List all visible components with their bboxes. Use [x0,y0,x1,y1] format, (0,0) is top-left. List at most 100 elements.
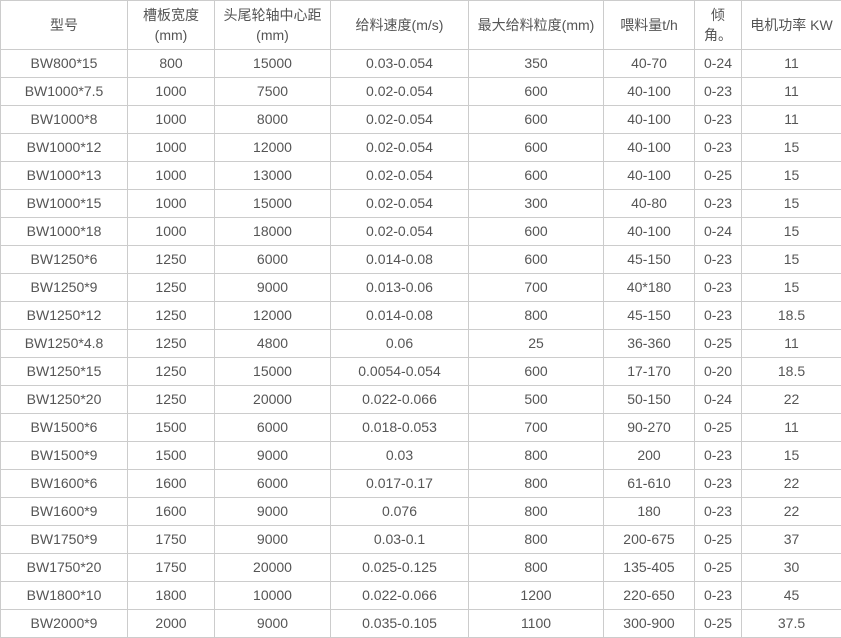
table-cell: 1100 [469,610,604,638]
table-row: BW1000*131000130000.02-0.05460040-1000-2… [1,162,841,190]
table-cell: 4800 [215,330,331,358]
table-cell: 11 [742,330,841,358]
table-row: BW1000*181000180000.02-0.05460040-1000-2… [1,218,841,246]
table-cell: 0-23 [695,78,742,106]
table-cell: BW1250*20 [1,386,128,414]
table-cell: 40-80 [604,190,695,218]
table-cell: 600 [469,78,604,106]
table-cell: BW1500*9 [1,442,128,470]
table-cell: 6000 [215,470,331,498]
table-cell: 11 [742,106,841,134]
table-cell: 45-150 [604,302,695,330]
table-cell: 1600 [128,498,215,526]
table-cell: 22 [742,470,841,498]
table-row: BW1500*9150090000.038002000-2315 [1,442,841,470]
table-cell: 13000 [215,162,331,190]
table-cell: 1000 [128,106,215,134]
table-cell: 0.017-0.17 [331,470,469,498]
table-row: BW1800*101800100000.022-0.0661200220-650… [1,582,841,610]
header-cell: 最大给料粒度(mm) [469,1,604,50]
table-cell: 350 [469,50,604,78]
table-cell: 22 [742,386,841,414]
table-row: BW1600*9160090000.0768001800-2322 [1,498,841,526]
header-cell: 给料速度(m/s) [331,1,469,50]
table-cell: 500 [469,386,604,414]
table-cell: BW1800*10 [1,582,128,610]
table-cell: 1600 [128,470,215,498]
table-cell: 300-900 [604,610,695,638]
table-cell: 0-23 [695,274,742,302]
table-row: BW1250*9125090000.013-0.0670040*1800-231… [1,274,841,302]
table-row: BW1250*201250200000.022-0.06650050-1500-… [1,386,841,414]
table-row: BW1250*121250120000.014-0.0880045-1500-2… [1,302,841,330]
table-cell: 20000 [215,386,331,414]
table-cell: 800 [469,442,604,470]
table-cell: 600 [469,106,604,134]
header-cell: 倾角。 [695,1,742,50]
table-cell: 61-610 [604,470,695,498]
table-cell: 0.025-0.125 [331,554,469,582]
table-cell: 1250 [128,246,215,274]
table-row: BW1600*6160060000.017-0.1780061-6100-232… [1,470,841,498]
table-cell: 15 [742,442,841,470]
table-cell: 15000 [215,358,331,386]
table-cell: 6000 [215,414,331,442]
table-cell: 40-100 [604,162,695,190]
table-cell: BW1000*8 [1,106,128,134]
table-cell: 0.014-0.08 [331,302,469,330]
table-cell: BW800*15 [1,50,128,78]
table-cell: 1750 [128,554,215,582]
table-cell: 0-24 [695,386,742,414]
table-cell: 0.03-0.054 [331,50,469,78]
table-cell: BW1250*15 [1,358,128,386]
table-cell: 7500 [215,78,331,106]
table-cell: 1000 [128,162,215,190]
table-cell: BW1000*12 [1,134,128,162]
table-cell: 9000 [215,274,331,302]
table-row: BW1500*6150060000.018-0.05370090-2700-25… [1,414,841,442]
table-cell: 200-675 [604,526,695,554]
table-cell: 15 [742,134,841,162]
table-cell: 0.018-0.053 [331,414,469,442]
table-row: BW800*15800150000.03-0.05435040-700-2411 [1,50,841,78]
header-cell: 头尾轮轴中心距(mm) [215,1,331,50]
table-cell: 40*180 [604,274,695,302]
table-cell: 0.02-0.054 [331,218,469,246]
table-cell: 0-25 [695,526,742,554]
table-cell: 0-25 [695,414,742,442]
table-cell: 1750 [128,526,215,554]
table-cell: 0-23 [695,582,742,610]
table-cell: BW1600*9 [1,498,128,526]
spec-table: 型号槽板宽度(mm)头尾轮轴中心距(mm)给料速度(m/s)最大给料粒度(mm)… [0,0,841,638]
table-cell: 0-25 [695,610,742,638]
table-row: BW1250*6125060000.014-0.0860045-1500-231… [1,246,841,274]
table-cell: 9000 [215,442,331,470]
table-cell: 6000 [215,246,331,274]
table-cell: 0.0054-0.054 [331,358,469,386]
table-cell: 45 [742,582,841,610]
table-cell: 15 [742,190,841,218]
table-cell: 36-360 [604,330,695,358]
table-cell: 8000 [215,106,331,134]
header-cell: 电机功率 KW [742,1,841,50]
table-cell: 22 [742,498,841,526]
table-cell: 90-270 [604,414,695,442]
table-cell: 180 [604,498,695,526]
table-cell: BW1750*20 [1,554,128,582]
table-cell: BW1000*7.5 [1,78,128,106]
table-row: BW1000*8100080000.02-0.05460040-1000-231… [1,106,841,134]
table-cell: 600 [469,246,604,274]
table-cell: BW1250*6 [1,246,128,274]
table-cell: 1500 [128,442,215,470]
table-row: BW2000*9200090000.035-0.1051100300-9000-… [1,610,841,638]
table-cell: 15 [742,246,841,274]
table-row: BW1750*201750200000.025-0.125800135-4050… [1,554,841,582]
table-cell: 18.5 [742,302,841,330]
table-cell: 800 [469,470,604,498]
table-cell: 0.022-0.066 [331,386,469,414]
table-cell: 1000 [128,134,215,162]
table-cell: 12000 [215,302,331,330]
table-cell: 30 [742,554,841,582]
table-cell: BW1000*13 [1,162,128,190]
table-cell: BW1250*9 [1,274,128,302]
